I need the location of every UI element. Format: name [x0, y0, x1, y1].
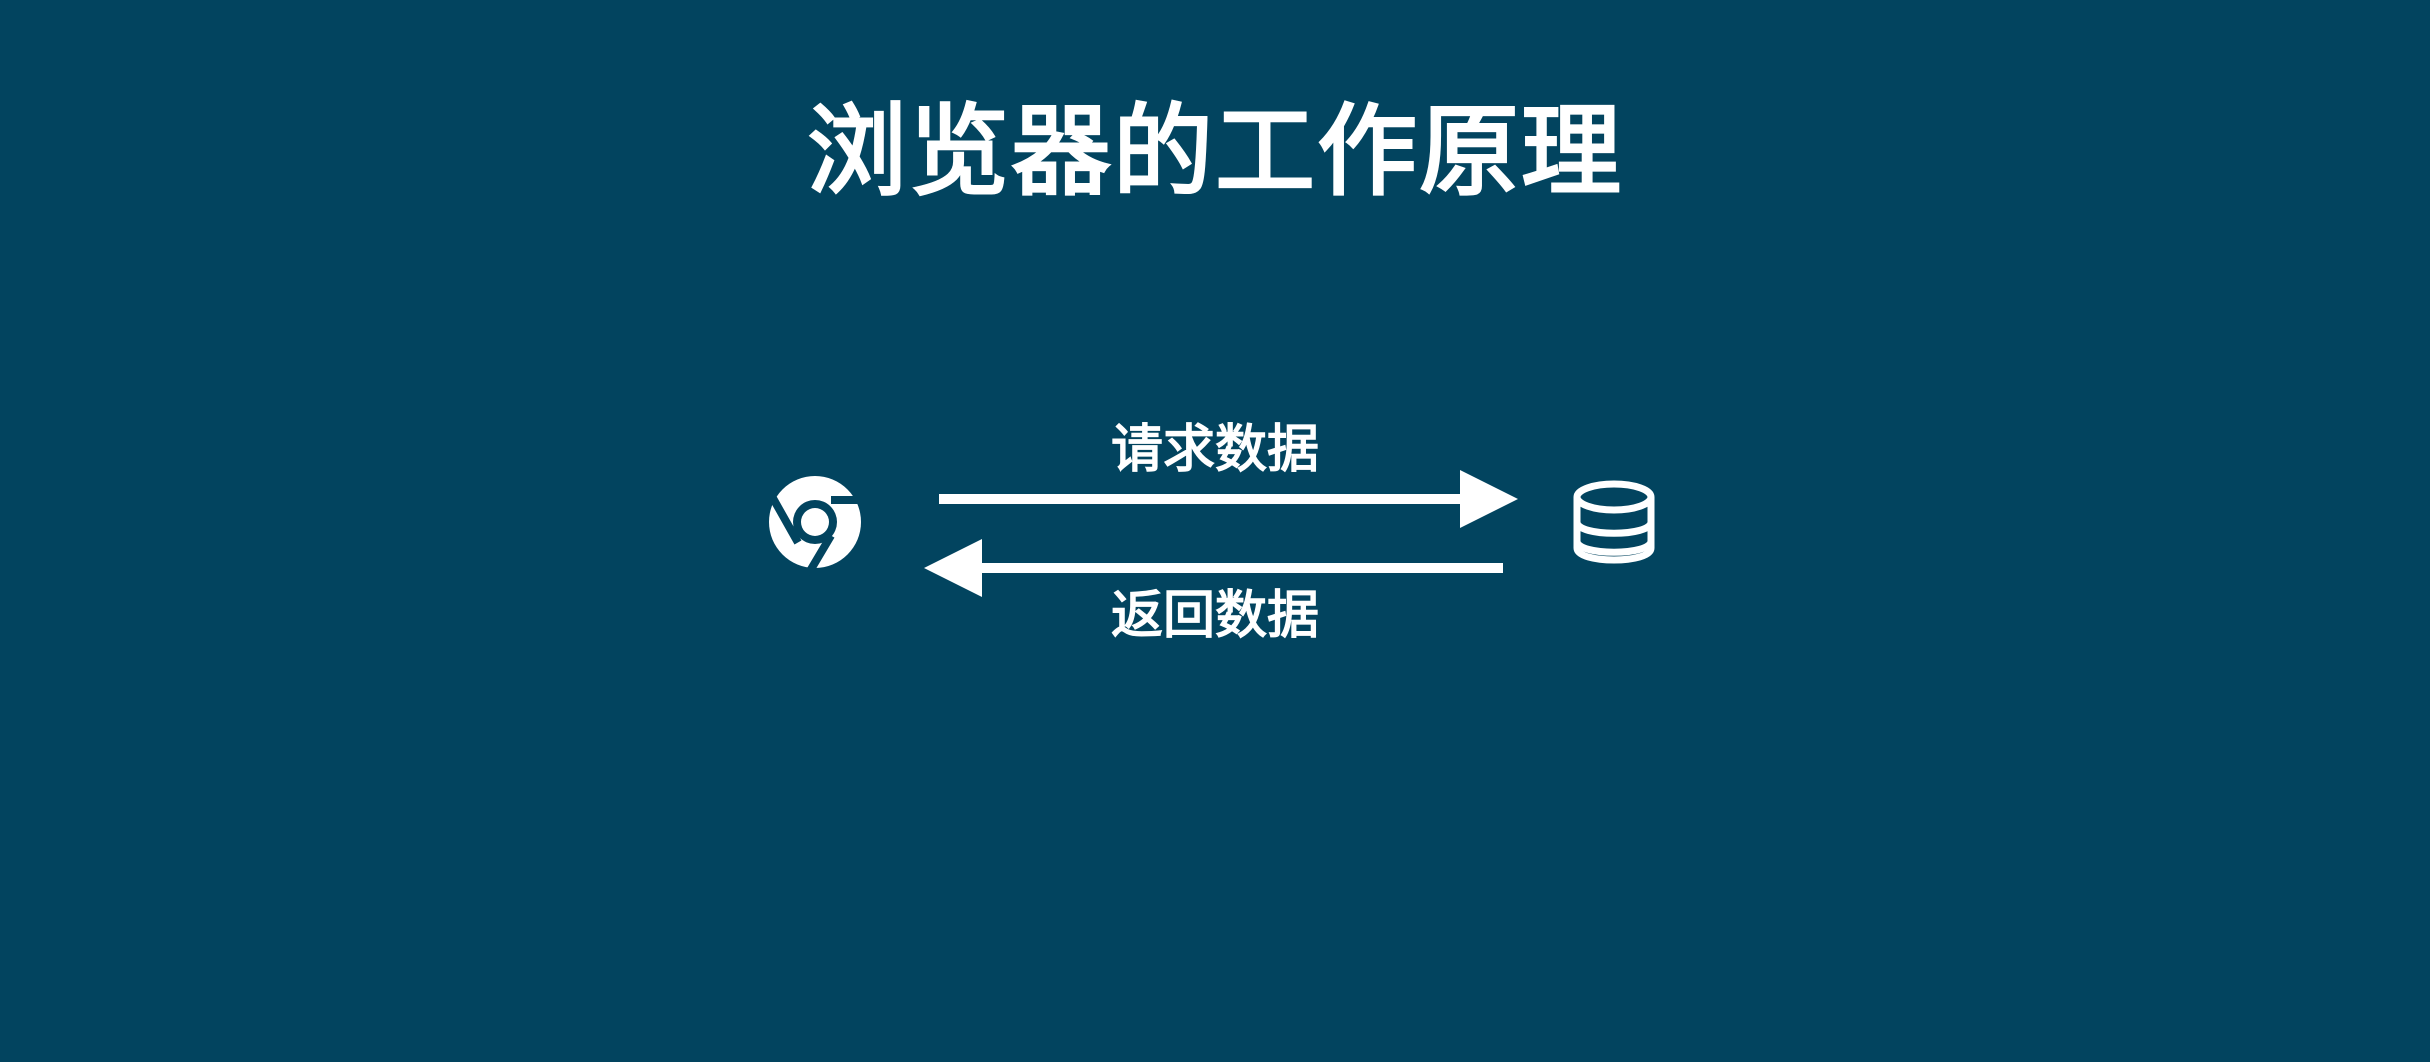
response-data-label: 返回数据 — [1110, 586, 1319, 646]
request-data-label: 请求数据 — [1110, 420, 1319, 480]
request-response-diagram — [768, 470, 1655, 597]
database-icon — [1573, 480, 1655, 564]
diagram-slide: 浏览器的工作原理 请求数据 返回数据 — [0, 0, 2430, 1062]
chrome-browser-icon — [768, 476, 866, 577]
